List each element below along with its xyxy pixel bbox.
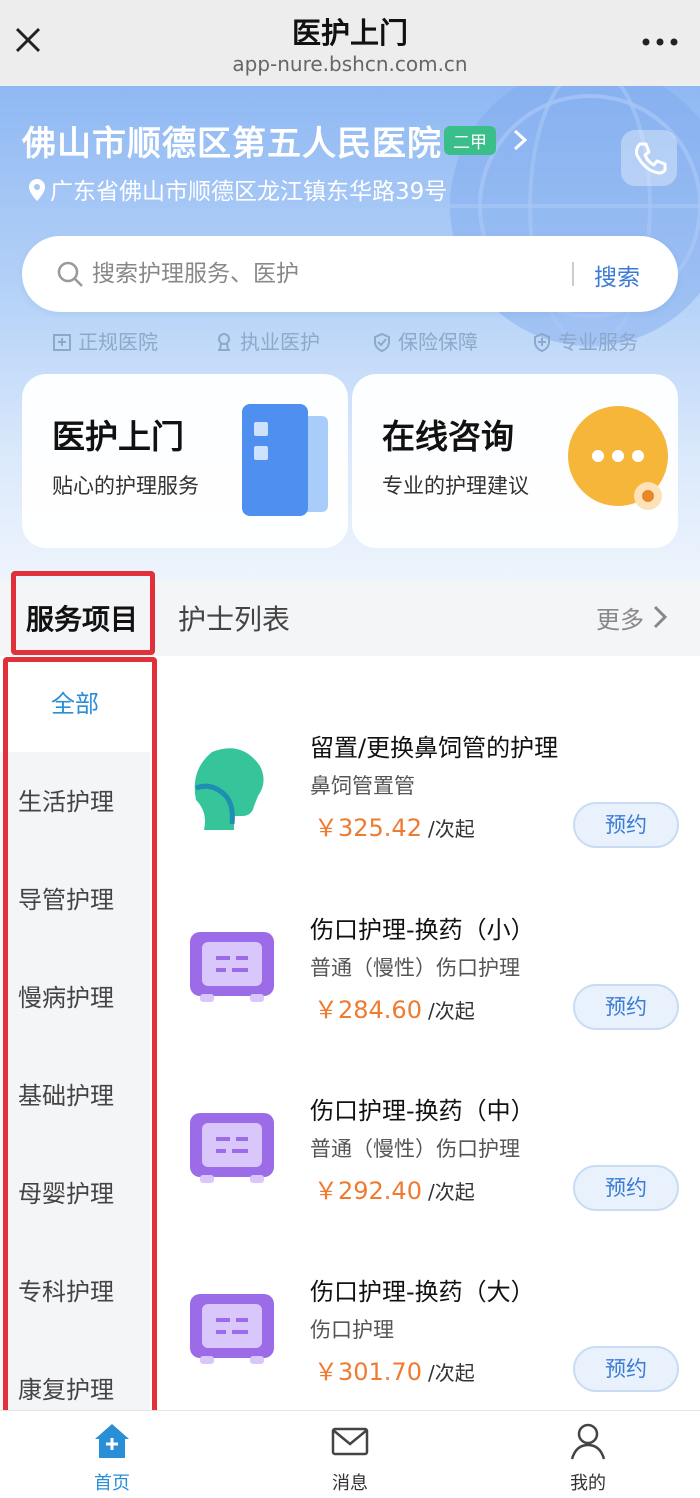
card-title: 医护上门 [52, 417, 184, 456]
book-button[interactable]: 预约 [573, 984, 679, 1030]
service-name: 留置/更换鼻饲管的护理 [310, 734, 559, 762]
highlight-box-categories [3, 657, 157, 1418]
person-icon [570, 1423, 606, 1460]
nav-label: 我的 [570, 1473, 606, 1494]
trust-badges: 正规医院 执业医护 保险保障 专业服务 [0, 326, 700, 356]
list-item[interactable]: 伤口护理-换药（中） 普通（慢性）伤口护理 ￥292.40/次起 预约 [170, 1069, 690, 1249]
chevron-right-icon[interactable] [508, 126, 532, 154]
search-input[interactable] [92, 254, 542, 294]
search-divider [572, 262, 574, 286]
more-menu-icon[interactable] [640, 30, 680, 50]
search-icon [57, 261, 83, 287]
card-subtitle: 专业的护理建议 [382, 474, 529, 498]
nav-item-messages[interactable]: 消息 [290, 1411, 410, 1498]
browser-top-bar: 医护上门 app-nure.bshcn.com.cn [0, 0, 700, 86]
nav-item-home[interactable]: 首页 [52, 1411, 172, 1498]
service-name: 伤口护理-换药（小） [310, 916, 535, 944]
hospital-icon [53, 334, 71, 351]
price-value: ￥284.60 [314, 996, 422, 1024]
building-icon [242, 404, 328, 516]
price-value: ￥292.40 [314, 1177, 422, 1205]
head-profile-icon [194, 748, 264, 830]
badge-label: 保险保障 [398, 330, 478, 354]
price-value: ￥301.70 [314, 1358, 422, 1386]
location-pin-icon [29, 179, 45, 201]
search-bar: 搜索 [22, 236, 678, 312]
service-price: ￥292.40/次起 [314, 1171, 475, 1206]
service-subtitle: 鼻饲管置管 [310, 774, 415, 798]
service-price: ￥284.60/次起 [314, 990, 475, 1025]
book-button[interactable]: 预约 [573, 1165, 679, 1211]
more-link[interactable]: 更多 [596, 600, 644, 635]
list-item[interactable]: 伤口护理-换药（大） 伤口护理 ￥301.70/次起 预约 [170, 1250, 690, 1430]
price-unit: /次起 [427, 817, 475, 841]
shield-check-icon [374, 332, 390, 352]
medicine-box-icon [190, 932, 274, 1002]
envelope-icon [331, 1427, 369, 1456]
nav-label: 首页 [94, 1473, 130, 1494]
search-button[interactable]: 搜索 [594, 258, 640, 292]
badge-regular-hospital: 正规医院 [52, 326, 158, 355]
price-value: ￥325.42 [314, 814, 422, 842]
service-name: 伤口护理-换药（中） [310, 1097, 535, 1125]
service-price: ￥325.42/次起 [314, 808, 475, 843]
shield-plus-icon [534, 332, 550, 352]
hospital-grade-badge: 二甲 [444, 126, 496, 155]
badge-label: 专业服务 [558, 330, 638, 354]
badge-licensed-staff: 执业医护 [214, 326, 320, 355]
service-subtitle: 伤口护理 [310, 1318, 394, 1342]
service-price: ￥301.70/次起 [314, 1352, 475, 1387]
badge-professional: 专业服务 [532, 326, 638, 355]
price-unit: /次起 [427, 1361, 475, 1385]
service-name: 伤口护理-换药（大） [310, 1278, 535, 1306]
service-subtitle: 普通（慢性）伤口护理 [310, 956, 520, 980]
highlight-box-tab [11, 571, 155, 655]
hospital-hero: 佛山市顺德区第五人民医院 二甲 广东省佛山市顺德区龙江镇东华路39号 搜索 正规… [0, 86, 700, 582]
page-title: 医护上门 [291, 16, 408, 50]
chevron-right-icon[interactable] [652, 604, 668, 630]
address-text: 广东省佛山市顺德区龙江镇东华路39号 [50, 179, 448, 205]
price-unit: /次起 [427, 999, 475, 1023]
call-button[interactable] [621, 130, 677, 186]
home-icon [95, 1424, 129, 1458]
book-button[interactable]: 预约 [573, 802, 679, 848]
certificate-icon [218, 333, 230, 351]
home-care-card[interactable]: 医护上门 贴心的护理服务 [22, 374, 348, 548]
list-item[interactable]: 留置/更换鼻饲管的护理 鼻饲管置管 ￥325.42/次起 预约 [170, 706, 690, 886]
list-item[interactable]: 伤口护理-换药（小） 普通（慢性）伤口护理 ￥284.60/次起 预约 [170, 888, 690, 1068]
nav-item-profile[interactable]: 我的 [528, 1411, 648, 1498]
badge-insurance: 保险保障 [372, 326, 478, 355]
card-subtitle: 贴心的护理服务 [52, 474, 199, 498]
bottom-nav: 首页 消息 我的 [0, 1410, 700, 1498]
phone-icon [634, 142, 667, 175]
chat-bubble-icon [568, 406, 668, 510]
badge-label: 正规医院 [78, 330, 158, 354]
medicine-box-icon [190, 1294, 274, 1364]
card-title: 在线咨询 [382, 417, 514, 456]
hospital-name[interactable]: 佛山市顺德区第五人民医院 [22, 116, 442, 165]
hospital-address: 广东省佛山市顺德区龙江镇东华路39号 [28, 172, 447, 206]
medicine-box-icon [190, 1113, 274, 1183]
service-subtitle: 普通（慢性）伤口护理 [310, 1137, 520, 1161]
nav-label: 消息 [332, 1473, 368, 1494]
page-url: app-nure.bshcn.com.cn [232, 52, 468, 76]
online-consult-card[interactable]: 在线咨询 专业的护理建议 [352, 374, 678, 548]
price-unit: /次起 [427, 1180, 475, 1204]
badge-label: 执业医护 [240, 330, 320, 354]
tab-nurse-list[interactable]: 护士列表 [178, 598, 290, 638]
book-button[interactable]: 预约 [573, 1346, 679, 1392]
